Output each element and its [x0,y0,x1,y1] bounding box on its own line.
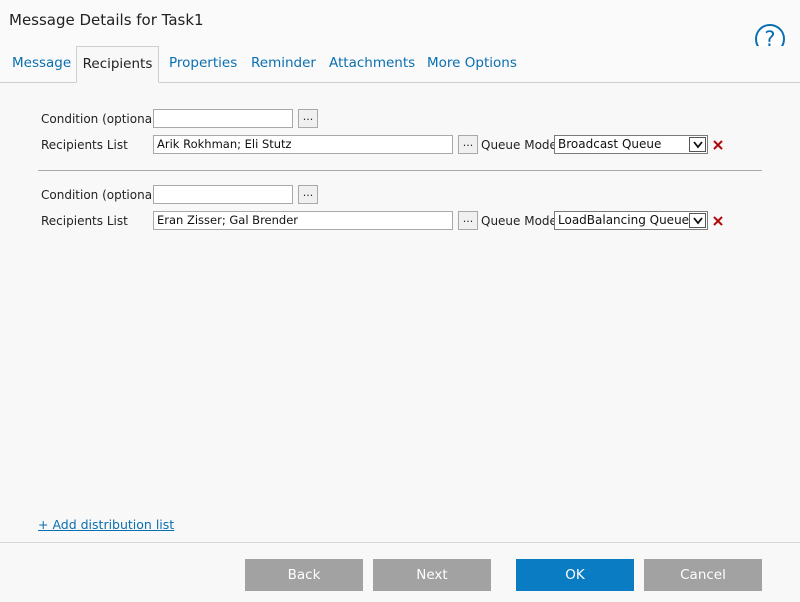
cancel-button[interactable]: Cancel [644,559,762,591]
group-divider [38,170,762,171]
condition-browse-button[interactable]: ... [298,185,318,204]
condition-input[interactable] [153,109,293,128]
tab-properties[interactable]: Properties [169,46,237,81]
chevron-down-icon [689,137,706,152]
tab-message[interactable]: Message [12,46,71,81]
add-distribution-list-link[interactable]: + Add distribution list [38,517,174,532]
ok-button[interactable]: OK [516,559,634,591]
remove-icon[interactable] [713,140,723,150]
tab-reminder[interactable]: Reminder [251,46,316,81]
queue-mode-value: Broadcast Queue [558,137,662,151]
recipients-browse-button[interactable]: ... [458,135,478,154]
condition-browse-button[interactable]: ... [298,109,318,128]
dialog-footer: Back Next OK Cancel [0,542,800,602]
title-bar: Message Details for Task1 ? [0,0,800,54]
recipients-label: Recipients List [41,214,128,228]
queue-mode-value: LoadBalancing Queue [558,213,690,227]
condition-label: Condition (optional) [41,188,161,202]
recipients-panel: Condition (optional) ... Recipients List… [0,83,800,541]
condition-input[interactable] [153,185,293,204]
chevron-down-icon [689,213,706,228]
recipients-input[interactable]: Eran Zisser; Gal Brender [153,211,453,230]
tab-recipients[interactable]: Recipients [76,46,159,83]
queue-mode-select[interactable]: LoadBalancing Queue [554,211,708,230]
back-button[interactable]: Back [245,559,363,591]
tab-attachments[interactable]: Attachments [329,46,415,81]
recipients-browse-button[interactable]: ... [458,211,478,230]
recipients-input[interactable]: Arik Rokhman; Eli Stutz [153,135,453,154]
queue-mode-label: Queue Mode [481,138,557,152]
next-button[interactable]: Next [373,559,491,591]
window-title: Message Details for Task1 [9,11,204,29]
remove-icon[interactable] [713,216,723,226]
recipients-label: Recipients List [41,138,128,152]
tab-strip: Message Recipients Properties Reminder A… [0,46,800,83]
queue-mode-select[interactable]: Broadcast Queue [554,135,708,154]
queue-mode-label: Queue Mode [481,214,557,228]
condition-label: Condition (optional) [41,112,161,126]
tab-more-options[interactable]: More Options [427,46,517,81]
